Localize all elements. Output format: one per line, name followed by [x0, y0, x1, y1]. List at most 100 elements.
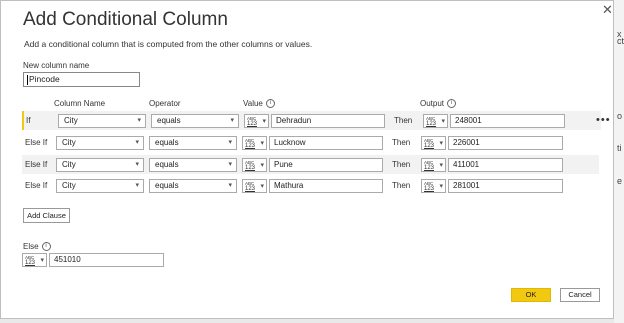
close-icon[interactable]: ✕ [602, 2, 613, 18]
operator-dropdown[interactable]: equals ▾ [149, 179, 237, 193]
operator-value: equals [157, 116, 181, 125]
chevron-down-icon: ▾ [135, 139, 139, 146]
info-icon: i [447, 99, 457, 109]
chevron-down-icon: ▾ [260, 140, 264, 147]
chevron-down-icon: ▾ [228, 182, 232, 189]
operator-value: equals [155, 138, 179, 147]
value-header-label: Value [243, 99, 263, 108]
column-name-value: City [62, 160, 76, 169]
operator-dropdown[interactable]: equals ▾ [149, 158, 237, 172]
column-name-dropdown[interactable]: City ▾ [56, 179, 144, 193]
operator-value: equals [155, 160, 179, 169]
ok-button[interactable]: OK [511, 288, 551, 302]
output-input[interactable]: 411001 [448, 158, 563, 172]
output-header: Output i [420, 99, 457, 109]
text-cursor [27, 74, 28, 85]
value-input[interactable]: Lucknow [269, 136, 383, 150]
chevron-down-icon: ▾ [262, 118, 266, 125]
column-name-value: City [62, 181, 76, 190]
else-label-text: Else [23, 242, 39, 251]
type-123-text: 123 [424, 186, 435, 192]
chevron-down-icon: ▾ [260, 183, 264, 190]
output-type-selector[interactable]: ABC 123 ▾ [421, 158, 446, 172]
chevron-down-icon: ▾ [441, 118, 445, 125]
operator-header: Operator [149, 99, 181, 108]
chevron-down-icon: ▾ [135, 182, 139, 189]
value-type-selector[interactable]: ABC 123 ▾ [242, 179, 267, 193]
clause-keyword: Else If [25, 181, 48, 190]
clause-row: Else If City ▾ equals ▾ ABC 123 ▾ Lucknow Then ABC… [22, 133, 599, 152]
clause-keyword: If [26, 116, 31, 125]
then-label: Then [392, 138, 411, 147]
output-input[interactable]: 226001 [448, 136, 563, 150]
type-123-text: 123 [424, 143, 435, 149]
clause-keyword: Else If [25, 160, 48, 169]
chevron-down-icon: ▾ [135, 161, 139, 168]
output-input[interactable]: 248001 [450, 114, 565, 128]
output-type-selector[interactable]: ABC 123 ▾ [423, 114, 448, 128]
chevron-down-icon: ▾ [137, 117, 141, 124]
column-name-header: Column Name [54, 99, 106, 108]
operator-dropdown[interactable]: equals ▾ [151, 114, 239, 128]
value-type-selector[interactable]: ABC 123 ▾ [242, 158, 267, 172]
info-icon: i [265, 99, 275, 109]
chevron-down-icon: ▾ [439, 183, 443, 190]
type-123-text: 123 [424, 165, 435, 171]
dialog-subtitle: Add a conditional column that is compute… [24, 39, 313, 49]
column-name-value: City [64, 116, 78, 125]
new-column-name-input[interactable]: Pincode [23, 72, 140, 87]
value-type-selector[interactable]: ABC 123 ▾ [244, 114, 269, 128]
column-name-dropdown[interactable]: City ▾ [56, 136, 144, 150]
chevron-down-icon: ▾ [228, 161, 232, 168]
value-input[interactable]: Pune [269, 158, 383, 172]
type-123-text: 123 [245, 143, 256, 149]
column-name-dropdown[interactable]: City ▾ [58, 114, 146, 128]
info-icon: i [41, 242, 51, 252]
chevron-down-icon: ▾ [40, 257, 44, 264]
chevron-down-icon: ▾ [228, 139, 232, 146]
then-label: Then [392, 181, 411, 190]
clause-keyword: Else If [25, 138, 48, 147]
operator-dropdown[interactable]: equals ▾ [149, 136, 237, 150]
value-input[interactable]: Mathura [269, 179, 383, 193]
output-type-selector[interactable]: ABC 123 ▾ [421, 136, 446, 150]
type-123-text: 123 [245, 186, 256, 192]
chevron-down-icon: ▾ [439, 140, 443, 147]
else-label: Else i [23, 242, 51, 252]
value-header: Value i [243, 99, 275, 109]
else-value-input[interactable]: 451010 [49, 253, 164, 267]
type-123-text: 123 [25, 260, 36, 266]
column-name-value: City [62, 138, 76, 147]
chevron-down-icon: ▾ [439, 162, 443, 169]
type-123-text: 123 [245, 165, 256, 171]
add-clause-button[interactable]: Add Clause [23, 208, 70, 223]
output-header-label: Output [420, 99, 445, 108]
background-window-edge [614, 0, 624, 323]
clause-row: Else If City ▾ equals ▾ ABC 123 ▾ Pune Then ABC 123… [22, 155, 599, 174]
chevron-down-icon: ▾ [230, 117, 234, 124]
type-123-text: 123 [426, 121, 437, 127]
dialog-title: Add Conditional Column [23, 9, 228, 30]
value-input[interactable]: Dehradun [271, 114, 385, 128]
background-text-fragment: e [617, 176, 623, 186]
background-text-fragment: ti [617, 143, 622, 153]
operator-value: equals [155, 181, 179, 190]
add-conditional-column-dialog: ✕ Add Conditional Column Add a condition… [0, 0, 614, 319]
new-column-name-label: New column name [23, 61, 90, 70]
then-label: Then [392, 160, 411, 169]
background-text-fragment: ct [617, 36, 624, 46]
new-column-name-value: Pincode [29, 74, 60, 84]
output-input[interactable]: 281001 [448, 179, 563, 193]
column-name-dropdown[interactable]: City ▾ [56, 158, 144, 172]
cancel-button[interactable]: Cancel [560, 288, 600, 302]
type-123-text: 123 [247, 121, 258, 127]
then-label: Then [394, 116, 413, 125]
clause-row: Else If City ▾ equals ▾ ABC 123 ▾ Mathura Then ABC… [22, 176, 599, 195]
chevron-down-icon: ▾ [260, 162, 264, 169]
background-text-fragment: o [617, 111, 623, 121]
clause-row: If City ▾ equals ▾ ABC 123 ▾ Dehradun Then ABC 123 ▾… [22, 111, 610, 130]
else-type-selector[interactable]: ABC 123 ▾ [22, 253, 47, 267]
output-type-selector[interactable]: ABC 123 ▾ [421, 179, 446, 193]
more-options-icon[interactable]: ••• [596, 114, 611, 126]
value-type-selector[interactable]: ABC 123 ▾ [242, 136, 267, 150]
